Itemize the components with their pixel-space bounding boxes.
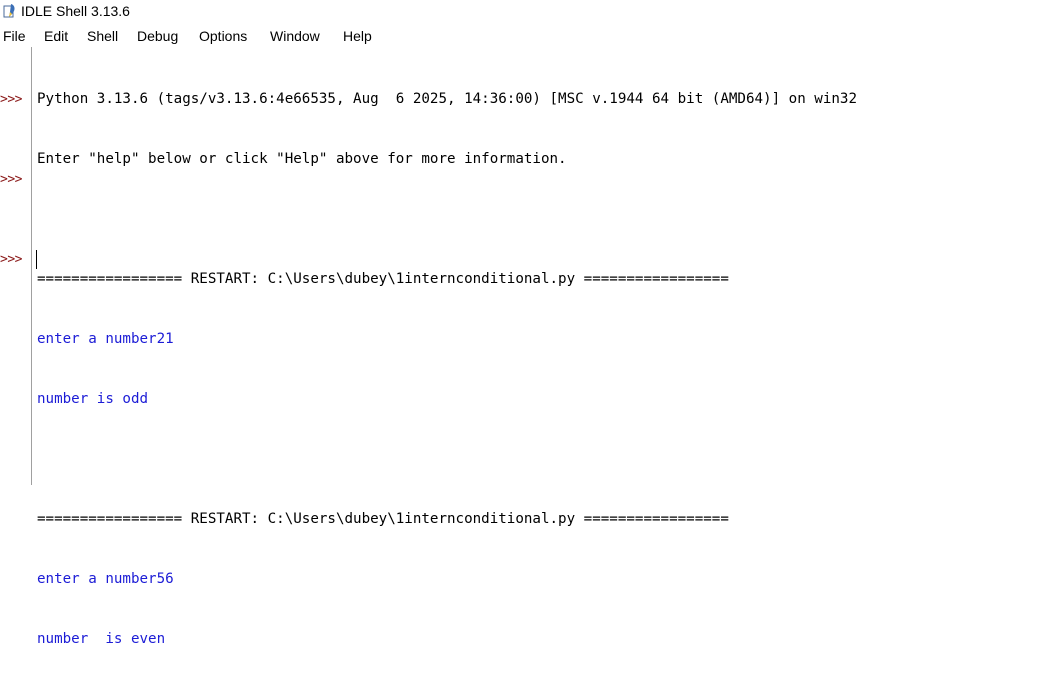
menu-file[interactable]: File	[3, 27, 26, 45]
prompt-gutter: >>> >>> >>>	[0, 47, 32, 485]
menu-shell[interactable]: Shell	[87, 27, 118, 45]
banner-line: Enter "help" below or click "Help" above…	[37, 151, 567, 167]
title-bar: IDLE Shell 3.13.6	[0, 0, 1059, 23]
prompt-marker: >>>	[0, 172, 22, 187]
output-line: enter a number56	[37, 571, 174, 587]
menu-options[interactable]: Options	[199, 27, 247, 45]
window-title: IDLE Shell 3.13.6	[21, 3, 130, 19]
restart-line: ================= RESTART: C:\Users\dube…	[37, 271, 729, 287]
shell-editor[interactable]: >>> >>> >>> Python 3.13.6 (tags/v3.13.6:…	[0, 47, 1059, 647]
shell-text-area[interactable]: Python 3.13.6 (tags/v3.13.6:4e66535, Aug…	[37, 49, 1057, 647]
output-line: number is even	[37, 631, 166, 647]
menu-window[interactable]: Window	[270, 27, 320, 45]
menu-help[interactable]: Help	[343, 27, 372, 45]
menu-bar: File Edit Shell Debug Options Window Hel…	[0, 25, 1059, 47]
output-line: enter a number21	[37, 331, 174, 347]
restart-line: ================= RESTART: C:\Users\dube…	[37, 511, 729, 527]
banner-line: Python 3.13.6 (tags/v3.13.6:4e66535, Aug…	[37, 91, 857, 107]
python-feather-icon	[3, 4, 15, 18]
output-line: number is odd	[37, 391, 149, 407]
prompt-marker: >>>	[0, 252, 22, 267]
prompt-marker: >>>	[0, 92, 22, 107]
menu-edit[interactable]: Edit	[44, 27, 68, 45]
menu-debug[interactable]: Debug	[137, 27, 178, 45]
text-cursor	[36, 250, 37, 269]
